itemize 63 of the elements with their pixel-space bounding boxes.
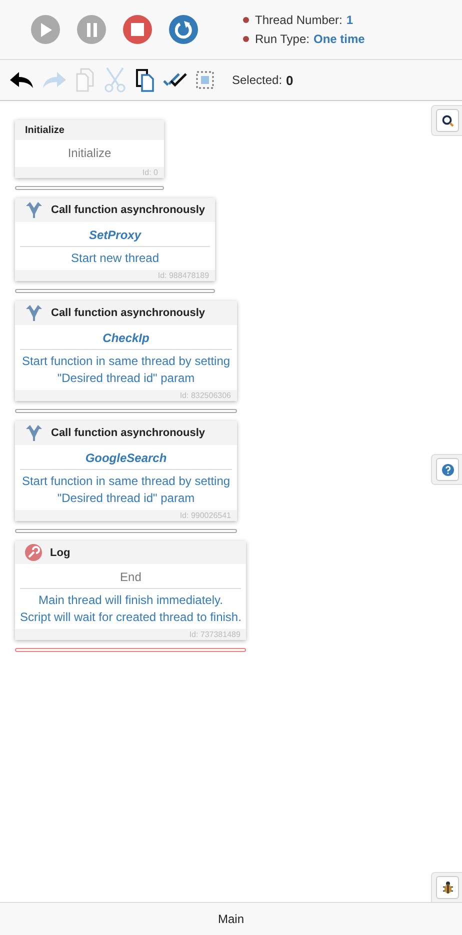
action-block[interactable]: Call function asynchronously SetProxy Start new thread Id: 988478189: [15, 198, 216, 281]
block-id: Id: 0: [142, 168, 158, 177]
block-title: GoogleSearch: [84, 450, 168, 467]
play-icon: [38, 22, 52, 38]
info-value: 1: [346, 13, 354, 27]
restart-button[interactable]: [169, 15, 198, 44]
block-title: Initialize: [66, 145, 112, 162]
help-icon: [442, 464, 454, 476]
bullet-icon: [243, 17, 249, 23]
undo-icon: [9, 70, 35, 90]
block-header: Log: [50, 546, 70, 558]
selected-label: Selected:: [232, 73, 282, 87]
help-button[interactable]: [436, 458, 459, 481]
block-title: CheckIp: [102, 330, 150, 347]
copy-icon: [75, 68, 95, 92]
stop-icon: [131, 23, 144, 36]
double-check-icon: [163, 72, 187, 88]
action-block[interactable]: Initialize Initialize Id: 0: [15, 120, 164, 178]
stop-button[interactable]: [123, 15, 152, 44]
block-header: Initialize: [25, 124, 64, 136]
info-label: Run Type:: [255, 32, 310, 46]
split-arrow-icon: [25, 201, 43, 219]
info-label: Thread Number:: [255, 13, 342, 27]
bullet-icon: [243, 36, 249, 42]
undo-button[interactable]: [8, 70, 36, 90]
drop-zone[interactable]: [15, 289, 216, 293]
selection-icon: [196, 71, 214, 89]
split-arrow-icon: [25, 424, 43, 442]
drop-zone[interactable]: [15, 529, 237, 533]
block-id: Id: 737381489: [189, 630, 240, 639]
main-tab[interactable]: Main: [212, 911, 250, 927]
action-block[interactable]: Log End Main thread will finish immediately. Script will wait for created thread to finish. Id: 737381489: [15, 541, 246, 640]
action-block[interactable]: Call function asynchronously CheckIp Start function in same thread by setting "Desired thread id" param Id: 832506306: [15, 301, 237, 401]
info-value: One time: [313, 32, 365, 46]
block-id: Id: 990026541: [180, 511, 231, 520]
block-description: Start new thread: [20, 246, 210, 267]
redo-icon: [41, 70, 67, 90]
restart-icon: [174, 20, 192, 38]
wrench-icon: [25, 544, 42, 561]
block-description: Main thread will finish immediately. Script will wait for created thread to finish.: [20, 588, 242, 626]
search-button[interactable]: [436, 109, 459, 132]
block-id: Id: 832506306: [180, 391, 231, 400]
paste-icon: [135, 68, 155, 92]
block-header: Call function asynchronously: [51, 204, 206, 216]
search-icon: [442, 114, 454, 126]
bug-icon: [442, 881, 454, 894]
block-description: Start function in same thread by setting "Desired thread id" param: [20, 349, 232, 387]
pause-icon: [86, 22, 98, 36]
debug-button[interactable]: [436, 876, 459, 899]
split-arrow-icon: [25, 304, 43, 322]
drop-zone[interactable]: [15, 648, 246, 652]
block-title: End: [119, 569, 142, 586]
block-header: Call function asynchronously: [51, 427, 206, 439]
selected-count: 0: [286, 72, 294, 88]
select-all-button[interactable]: [162, 72, 188, 88]
action-block[interactable]: Call function asynchronously GoogleSearch Start function in same thread by setting "Desired thread id" param Id: 990026541: [15, 421, 237, 521]
scissors-icon: [104, 67, 126, 93]
block-id: Id: 988478189: [158, 271, 210, 280]
block-header: Call function asynchronously: [51, 307, 206, 319]
drop-zone[interactable]: [15, 409, 237, 413]
drop-zone[interactable]: [15, 186, 164, 190]
block-description: Start function in same thread by setting "Desired thread id" param: [20, 469, 232, 507]
block-title: SetProxy: [88, 227, 142, 244]
